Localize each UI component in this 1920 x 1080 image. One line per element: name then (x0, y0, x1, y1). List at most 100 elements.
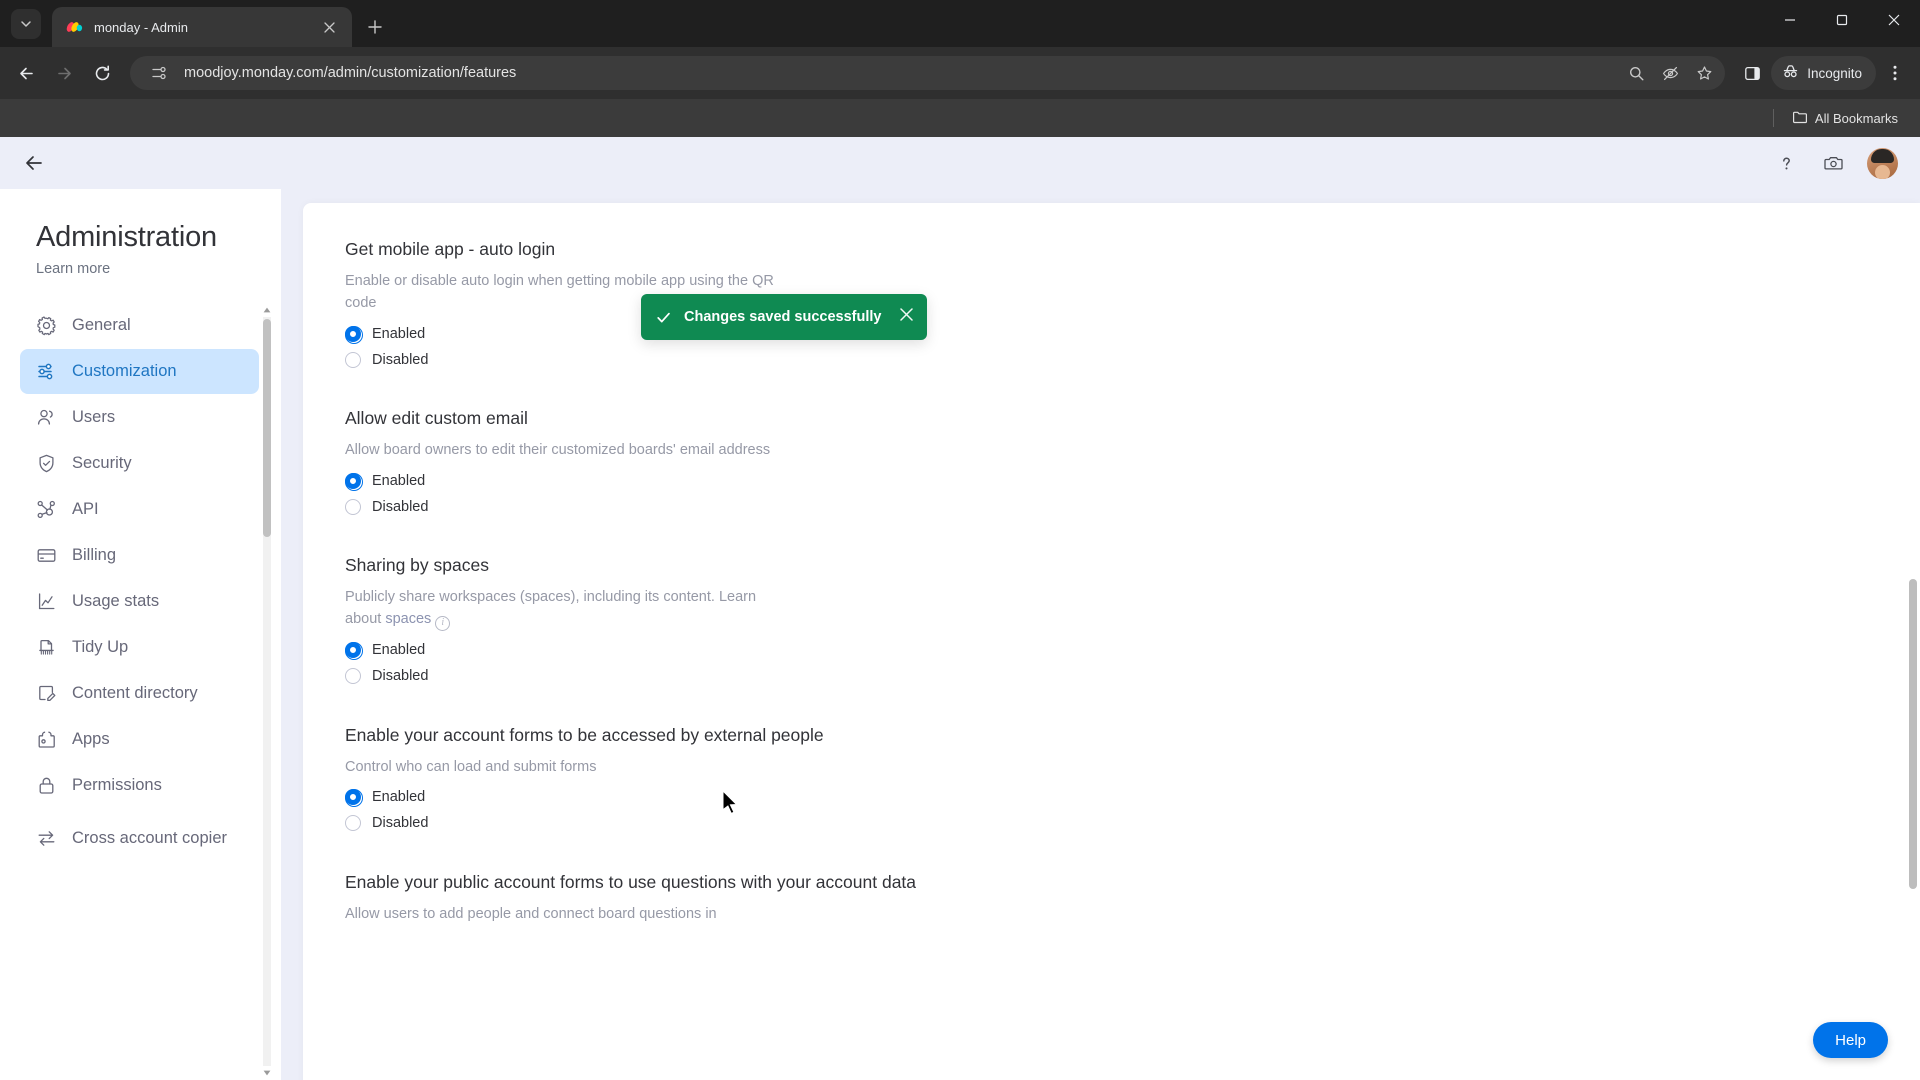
sidebar-item-usage-stats[interactable]: Usage stats (20, 579, 259, 624)
sidebar-item-general[interactable]: General (20, 303, 259, 348)
radio-button[interactable] (345, 498, 361, 515)
back-button[interactable] (8, 55, 44, 91)
toast-message: Changes saved successfully (684, 309, 882, 325)
sidebar-item-label: Cross account copier (72, 829, 227, 847)
page-info-icon[interactable] (144, 58, 174, 88)
chart-line-icon (35, 591, 57, 613)
radio-button[interactable] (345, 325, 363, 344)
page-viewport: Administration Learn more General Custom… (0, 137, 1920, 1080)
setting-account-forms-external: Enable your account forms to be accessed… (345, 723, 965, 834)
setting-title: Allow edit custom email (345, 408, 528, 428)
browser-tab[interactable]: monday - Admin (52, 7, 352, 47)
app-header (0, 137, 1920, 189)
radio-option-enabled[interactable]: Enabled (345, 640, 965, 661)
scroll-down-arrow-icon[interactable] (261, 1066, 273, 1080)
sidebar-nav-list: General Customization Users Security API… (0, 303, 259, 867)
radio-option-disabled[interactable]: Disabled (345, 496, 965, 517)
radio-button[interactable] (345, 472, 363, 491)
question-mark-icon[interactable] (1771, 148, 1801, 178)
setting-public-forms-account-data: Enable your public account forms to use … (345, 870, 965, 925)
sidebar-scrollbar[interactable] (261, 303, 273, 1080)
radio-option-enabled[interactable]: Enabled (345, 787, 965, 808)
sidebar-item-label: Tidy Up (72, 638, 129, 656)
document-edit-icon (35, 683, 57, 705)
maximize-button[interactable] (1816, 0, 1868, 40)
page-scrollbar[interactable] (1906, 189, 1920, 1080)
browser-window: monday - Admin moodjoy.monday.com/admin/… (0, 0, 1920, 1080)
apps-puzzle-icon (35, 729, 57, 751)
radio-group: Enabled Disabled (345, 470, 965, 517)
scroll-up-arrow-icon[interactable] (261, 303, 273, 317)
sidebar-item-label: Permissions (72, 776, 162, 794)
incognito-indicator[interactable]: Incognito (1771, 56, 1876, 90)
side-panel-icon[interactable] (1735, 56, 1769, 90)
sidebar-item-content-directory[interactable]: Content directory (20, 671, 259, 716)
sidebar-item-label: Customization (72, 362, 177, 380)
features-settings-card: Get mobile app - auto login Enable or di… (303, 203, 1920, 1080)
tab-title: monday - Admin (94, 19, 188, 35)
radio-button[interactable] (345, 351, 361, 368)
sidebar-item-permissions[interactable]: Permissions (20, 763, 259, 808)
users-icon (35, 407, 57, 429)
scrollbar-thumb[interactable] (263, 319, 271, 537)
radio-option-enabled[interactable]: Enabled (345, 470, 965, 491)
setting-title: Enable your account forms to be accessed… (345, 724, 824, 745)
address-bar[interactable]: moodjoy.monday.com/admin/customization/f… (130, 56, 1726, 90)
sidebar-item-security[interactable]: Security (20, 441, 259, 486)
help-button[interactable]: Help (1813, 1022, 1888, 1058)
setting-sharing-by-spaces: Sharing by spaces Publicly share workspa… (345, 553, 965, 687)
sidebar-item-cross-account-copier[interactable]: Cross account copier (20, 809, 259, 867)
tab-search-icon[interactable] (11, 8, 41, 39)
new-tab-button[interactable] (362, 14, 388, 40)
radio-button[interactable] (345, 642, 363, 660)
radio-button[interactable] (345, 668, 361, 684)
setting-description: Allow users to add people and connect bo… (345, 905, 717, 922)
setting-title: Enable your public account forms to use … (345, 871, 917, 892)
camera-icon[interactable] (1819, 148, 1849, 178)
tab-search-area (0, 0, 52, 47)
sidebar-item-tidy-up[interactable]: Tidy Up (20, 625, 259, 670)
radio-option-disabled[interactable]: Disabled (345, 813, 965, 834)
zoom-icon[interactable] (1621, 58, 1651, 88)
back-arrow-icon[interactable] (14, 143, 54, 183)
browser-titlebar: monday - Admin (0, 0, 1920, 47)
toolbar-right: Incognito (1735, 56, 1912, 90)
radio-option-disabled[interactable]: Disabled (345, 349, 965, 370)
omnibox-actions (1621, 58, 1719, 88)
bookmark-star-icon[interactable] (1689, 58, 1719, 88)
all-bookmarks-button[interactable]: All Bookmarks (1784, 105, 1906, 132)
incognito-icon (1781, 62, 1800, 84)
reload-button[interactable] (84, 55, 120, 91)
radio-button[interactable] (345, 815, 361, 831)
monday-logo-icon (66, 18, 84, 36)
close-icon[interactable] (900, 308, 913, 326)
sidebar-item-label: Apps (72, 730, 110, 748)
kebab-menu-icon[interactable] (1878, 56, 1912, 90)
eye-off-icon[interactable] (1655, 58, 1685, 88)
info-icon[interactable]: i (435, 615, 451, 631)
sidebar-item-apps[interactable]: Apps (20, 717, 259, 762)
minimize-button[interactable] (1764, 0, 1816, 40)
transfer-arrows-icon (35, 827, 57, 849)
tab-close-icon[interactable] (316, 14, 342, 40)
setting-allow-edit-custom-email: Allow edit custom email Allow board owne… (345, 406, 965, 517)
radio-option-disabled[interactable]: Disabled (345, 666, 965, 687)
setting-title: Get mobile app - auto login (345, 239, 556, 259)
sidebar-item-label: API (72, 500, 99, 518)
sidebar-item-billing[interactable]: Billing (20, 533, 259, 578)
sidebar-item-users[interactable]: Users (20, 395, 259, 440)
sidebar-item-customization[interactable]: Customization (20, 349, 259, 394)
radio-label: Enabled (372, 642, 426, 658)
browser-toolbar: moodjoy.monday.com/admin/customization/f… (0, 47, 1920, 99)
spaces-link[interactable]: spaces (385, 611, 431, 627)
page-scrollbar-thumb[interactable] (1909, 579, 1917, 889)
forward-button[interactable] (46, 55, 82, 91)
radio-button[interactable] (345, 789, 363, 807)
sidebar-item-label: Content directory (72, 684, 198, 702)
sidebar-item-api[interactable]: API (20, 487, 259, 532)
close-window-button[interactable] (1868, 0, 1920, 40)
learn-more-link[interactable]: Learn more (0, 261, 281, 277)
user-avatar[interactable] (1867, 147, 1898, 179)
shield-check-icon (35, 453, 57, 475)
sidebar-item-label: General (72, 316, 131, 334)
